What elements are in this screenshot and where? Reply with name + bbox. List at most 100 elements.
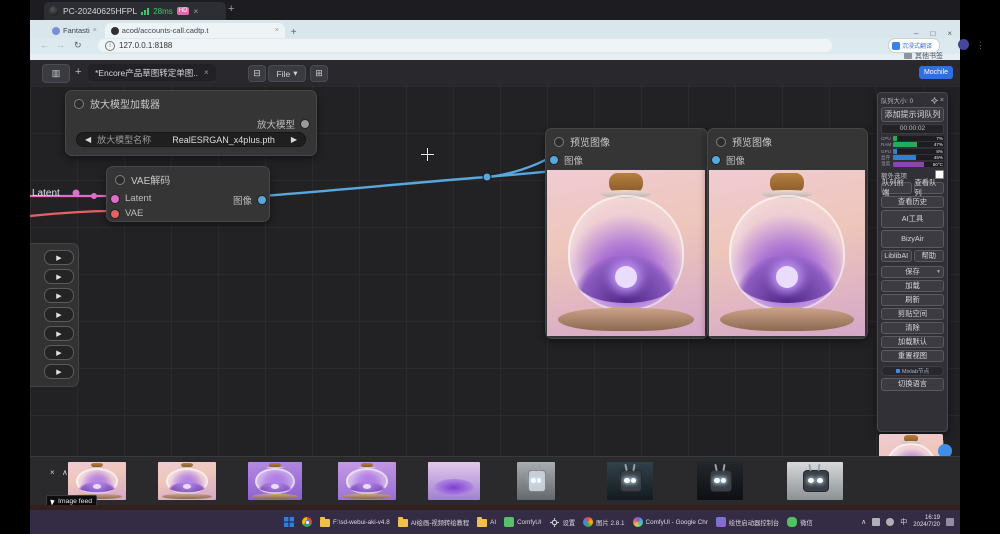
browser-tab-active[interactable]: acod/accounts-call.cadtp.t ×	[105, 23, 285, 38]
upscale-model-name-widget[interactable]: ◀ 放大模型名称 RealESRGAN_x4plus.pth ▶	[76, 132, 306, 147]
input-image[interactable]: 图像	[549, 153, 583, 167]
taskbar-settings[interactable]: 设置	[546, 512, 580, 532]
port-dot[interactable]	[300, 119, 310, 129]
browser-new-tab-button[interactable]: +	[291, 27, 297, 38]
input-vae[interactable]: VAE	[110, 208, 143, 219]
window-maximize-button[interactable]: □	[930, 29, 935, 38]
view-queue-button[interactable]: 查看队列	[914, 182, 945, 194]
ime-indicator[interactable]: 中	[900, 517, 907, 527]
refresh-button[interactable]: 刷新	[881, 294, 944, 306]
collapsed-widget-pill[interactable]: ▶	[44, 269, 74, 284]
queue-prompt-button[interactable]: 添加提示词队列	[881, 107, 944, 122]
workflow-tab-close-icon[interactable]: ×	[204, 68, 209, 77]
taskbar-folder-ai[interactable]: AI	[473, 512, 500, 532]
feed-thumbnail[interactable]	[158, 462, 216, 500]
node-upscale-model-loader[interactable]: 放大模型加载器 放大模型 ◀ 放大模型名称 RealESRGAN_x4plus.…	[65, 90, 317, 156]
help-button[interactable]: 帮助	[914, 250, 945, 262]
collapsed-widget-pill[interactable]: ▶	[44, 326, 74, 341]
grid-view-icon[interactable]: ⊞	[310, 65, 328, 82]
collapsed-widget-pill[interactable]: ▶	[44, 288, 74, 303]
feed-thumbnail[interactable]	[697, 462, 743, 500]
feed-collapse-icon[interactable]: ∧	[62, 468, 68, 477]
feed-thumbnail[interactable]	[248, 462, 302, 500]
collapse-dot-icon[interactable]	[74, 99, 84, 109]
switch-language-button[interactable]: 切换语言	[881, 378, 944, 391]
reset-view-button[interactable]: 重置视图	[881, 350, 944, 362]
node-header[interactable]: 放大模型加载器	[66, 91, 316, 116]
queue-size-header[interactable]: 队列大小: 0 ×	[881, 96, 944, 105]
collapsed-widget-pill[interactable]: ▶	[44, 364, 74, 379]
feed-thumbnail[interactable]	[787, 462, 843, 500]
collapsed-widget-pill[interactable]: ▶	[44, 307, 74, 322]
clipspace-button[interactable]: 剪贴空间	[881, 308, 944, 320]
window-minimize-button[interactable]: –	[914, 29, 918, 38]
workflows-icon[interactable]: ▥	[42, 64, 70, 83]
tab-close-icon[interactable]: ×	[275, 27, 279, 34]
browser-tab-inactive[interactable]: Fantasti ×	[46, 23, 103, 38]
output-image[interactable]: 图像	[233, 193, 267, 207]
collapse-dot-icon[interactable]	[554, 137, 564, 147]
collapse-dot-icon[interactable]	[716, 137, 726, 147]
feed-thumbnail[interactable]	[428, 462, 480, 500]
load-button[interactable]: 加载	[881, 280, 944, 292]
remote-session-tab[interactable]: PC-20240625HFPL 28ms HD ×	[44, 2, 226, 20]
input-image[interactable]: 图像	[711, 153, 745, 167]
back-button[interactable]: ←	[40, 40, 49, 50]
panel-toggle-icon[interactable]: ⊟	[248, 65, 266, 82]
save-button[interactable]: 保存 ▼	[881, 266, 944, 278]
new-workflow-button[interactable]: +	[75, 66, 81, 78]
taskbar-folder-sdwebui[interactable]: F:\sd-webui-aki-v4.8	[316, 512, 394, 532]
node-preview-image-1[interactable]: 预览图像 图像	[545, 128, 708, 339]
preview-image-jar[interactable]	[547, 170, 705, 336]
preview-image-jar[interactable]	[709, 170, 865, 336]
forward-button[interactable]: →	[56, 40, 65, 50]
node-header[interactable]: VAE解码	[107, 167, 269, 192]
node-header[interactable]: 预览图像	[708, 129, 867, 154]
port-dot[interactable]	[110, 209, 120, 219]
feed-thumbnail[interactable]	[338, 462, 396, 500]
mixlab-nodes-toggle[interactable]: Mixlab节点	[881, 366, 944, 376]
taskbar-comfyui-launcher[interactable]: ComfyUI	[500, 512, 546, 532]
tray-display-icon[interactable]	[872, 518, 880, 526]
taskbar-wechat[interactable]: 微信	[783, 512, 817, 532]
bizyair-button[interactable]: BizyAir	[881, 230, 944, 248]
next-value-icon[interactable]: ▶	[291, 135, 297, 144]
taskbar-launcher-console[interactable]: 绘世启动器控制台	[712, 512, 783, 532]
node-vae-decode[interactable]: VAE解码 Latent VAE 图像	[106, 166, 270, 222]
taskbar-folder-aidrawing[interactable]: AI绘画-视频转绘教程	[394, 512, 473, 532]
collapsed-widget-pill[interactable]: ▶	[44, 250, 74, 265]
feed-thumbnail[interactable]	[517, 462, 555, 500]
tray-volume-icon[interactable]	[886, 518, 894, 526]
panel-close-icon[interactable]: ×	[940, 97, 944, 104]
port-dot[interactable]	[257, 195, 267, 205]
profile-avatar[interactable]	[958, 39, 969, 50]
taskbar-photos[interactable]: 图片 2.8.1	[579, 512, 628, 532]
output-upscale-model[interactable]: 放大模型	[257, 117, 310, 131]
browser-menu-icon[interactable]: ⋮	[976, 40, 985, 51]
taskbar-comfyui-chrome[interactable]: ComfyUI - Google Chr	[629, 512, 712, 532]
collapsed-widget-pill[interactable]: ▶	[44, 345, 74, 360]
tray-expand-icon[interactable]: ∧	[861, 518, 866, 526]
tab-close-icon[interactable]: ×	[93, 27, 97, 34]
load-default-button[interactable]: 加载默认	[881, 336, 944, 348]
gear-icon[interactable]	[931, 97, 938, 104]
collapse-dot-icon[interactable]	[115, 175, 125, 185]
port-dot[interactable]	[711, 155, 721, 165]
remote-tab-close-icon[interactable]: ×	[193, 6, 198, 16]
input-latent[interactable]: Latent	[110, 193, 151, 204]
start-button[interactable]	[280, 512, 298, 532]
queue-front-button[interactable]: 队列前端	[881, 182, 912, 194]
node-header[interactable]: 预览图像	[546, 129, 707, 154]
taskbar-chrome[interactable]	[298, 512, 316, 532]
feed-thumbnail[interactable]	[607, 462, 653, 500]
feed-close-icon[interactable]: ×	[50, 468, 55, 477]
quality-badge[interactable]: HD	[177, 7, 190, 15]
file-menu-button[interactable]: File ▾	[268, 65, 306, 82]
workflow-tab[interactable]: *Encore产品草图转定单图.. ×	[88, 64, 216, 81]
clear-button[interactable]: 清除	[881, 322, 944, 334]
site-info-icon[interactable]: i	[105, 41, 115, 51]
remote-new-tab-button[interactable]: +	[228, 3, 234, 15]
liblib-button[interactable]: LiblibAI	[881, 250, 912, 262]
port-dot[interactable]	[110, 194, 120, 204]
save-dropdown-icon[interactable]: ▼	[936, 269, 941, 275]
